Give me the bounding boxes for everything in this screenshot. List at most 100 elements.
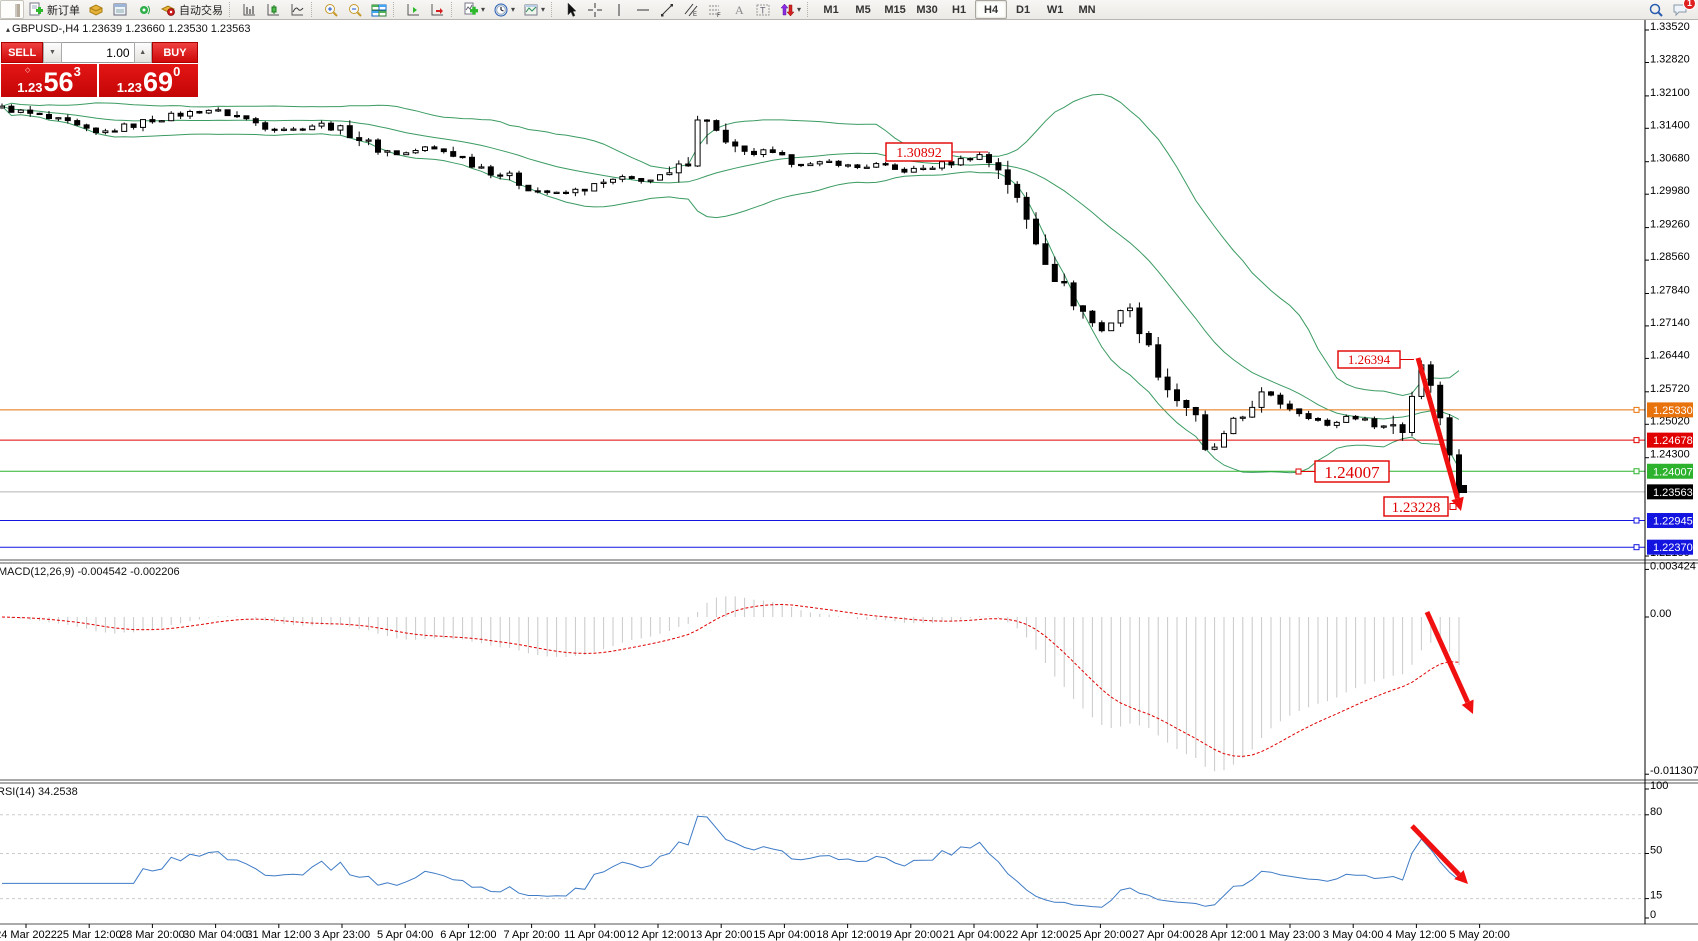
candle-body [573,189,578,192]
volume-decrease-button[interactable]: ▼ [43,42,61,63]
timeframe-button-h1[interactable]: H1 [943,0,975,19]
trend-arrow-macd[interactable] [1427,612,1474,714]
data-window-icon [112,2,128,18]
chart-canvas[interactable]: 1.335201.328201.321001.314001.306801.299… [0,0,1698,941]
candle-body [545,191,550,193]
candle-body [1438,385,1443,418]
price-tick-label: 1.29980 [1650,185,1690,197]
search-button[interactable] [1644,0,1668,19]
candle-body [601,182,606,183]
rsi-pane[interactable] [0,815,1645,908]
cursor-button[interactable] [559,0,583,19]
arrows-button[interactable]: ▾ [775,0,805,19]
main-price-pane[interactable] [0,94,1645,549]
timeframe-button-mn[interactable]: MN [1071,0,1103,19]
templates-button[interactable]: ▾ [519,0,549,19]
line-chart-button[interactable] [285,0,309,19]
vertical-line-icon [611,2,627,18]
vertical-line-button[interactable] [607,0,631,19]
hline-endpoint[interactable] [1634,545,1639,550]
timeframe-button-m1[interactable]: M1 [815,0,847,19]
toolbar-separator [393,2,399,17]
tile-windows-button[interactable] [367,0,391,19]
svg-text:T: T [760,5,766,15]
candle-body [1259,392,1264,408]
price-tick-label: 1.25720 [1650,383,1690,395]
equidistant-channel-button[interactable]: E [679,0,703,19]
candle-body [1231,418,1236,433]
periods-icon [493,2,509,18]
periods-button[interactable]: ▾ [489,0,519,19]
hline-endpoint[interactable] [1634,469,1639,474]
macd-pane[interactable] [2,596,1459,771]
candle-body [658,175,663,180]
dropdown-arrow-icon[interactable]: ▾ [511,5,515,14]
zoom-out-button[interactable] [343,0,367,19]
price-axis: 1.335201.328201.321001.314001.306801.299… [1645,21,1698,921]
dropdown-arrow-icon[interactable]: ▾ [797,5,801,14]
timeframe-button-m5[interactable]: M5 [847,0,879,19]
zoom-in-button[interactable] [319,0,343,19]
horizontal-line-button[interactable] [631,0,655,19]
text-button[interactable]: A [727,0,751,19]
trend-arrow-main[interactable] [1418,358,1464,511]
trend-arrow-rsi[interactable] [1412,826,1468,884]
chart-shift-button[interactable] [425,0,449,19]
data-window-button[interactable] [108,0,132,19]
price-callout-1.26394[interactable]: 1.26394 [1338,351,1414,368]
trend-line-button[interactable] [655,0,679,19]
auto-scroll-button[interactable] [401,0,425,19]
timeframe-button-h4[interactable]: H4 [975,0,1007,19]
hline-endpoint[interactable] [1634,518,1639,523]
price-callout-1.23228[interactable]: 1.23228 [1384,497,1456,516]
new-order-button[interactable]: 新订单 [24,0,84,19]
sell-price-panel[interactable]: ◇ 1.23 56 3 [1,64,97,97]
candle-body [1128,308,1133,311]
volume-input[interactable] [62,42,134,63]
bar-chart-button[interactable] [237,0,261,19]
market-watch-button[interactable] [84,0,108,19]
crosshair-button[interactable] [583,0,607,19]
timeframe-button-m30[interactable]: M30 [911,0,943,19]
dropdown-arrow-icon[interactable]: ▾ [541,5,545,14]
time-tick-label: 30 Mar 04:00 [183,929,248,941]
hline-endpoint[interactable] [1634,438,1639,443]
chat-button[interactable]: 1 [1668,0,1692,19]
candle-body [639,179,644,182]
toolbar-separator [311,2,317,17]
time-tick-label: 13 Apr 20:00 [690,929,752,941]
cursor-icon [563,2,579,18]
svg-text:1.26394: 1.26394 [1348,352,1391,367]
navigator-button[interactable] [132,0,156,19]
candle-body [1250,407,1255,417]
hline-endpoint[interactable] [1634,407,1639,412]
volume-increase-button[interactable]: ▲ [134,42,152,63]
timeframe-button-w1[interactable]: W1 [1039,0,1071,19]
buy-price-panel[interactable]: 1.23 69 0 [99,64,198,97]
candle-body [1372,419,1377,427]
tile-windows-icon [371,2,387,18]
price-tick-label: 1.31400 [1650,119,1690,131]
candlestick-chart-button[interactable] [261,0,285,19]
buy-price-pip: 0 [173,67,180,77]
toolbar-group-timeframes: M1M5M15M30H1H4D1W1MN [815,0,1103,19]
timeframe-button-m15[interactable]: M15 [879,0,911,19]
dropdown-arrow-icon[interactable]: ▾ [481,5,485,14]
candle-body [37,113,42,114]
sell-button[interactable]: SELL [1,42,43,63]
clipped-button[interactable] [0,0,24,19]
new-order-icon [28,2,44,18]
svg-text:1.24007: 1.24007 [1324,463,1380,482]
candlestick-chart-icon [265,2,281,18]
candle-body [752,151,757,154]
new-indicator-button[interactable]: ▾ [459,0,489,19]
candle-body [676,164,681,173]
candle-body [827,161,832,162]
price-callout-1.24007[interactable]: 1.24007 [1296,461,1389,482]
candle-body [423,147,428,151]
timeframe-button-d1[interactable]: D1 [1007,0,1039,19]
fibonacci-button[interactable]: F [703,0,727,19]
auto-trading-button[interactable]: 自动交易 [156,0,227,19]
buy-button[interactable]: BUY [152,42,198,63]
text-label-button[interactable]: T [751,0,775,19]
